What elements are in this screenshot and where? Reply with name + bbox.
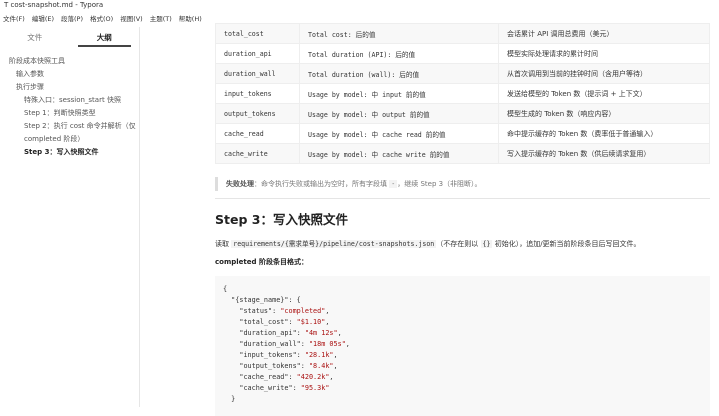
menu-format[interactable]: 格式(O)	[90, 13, 113, 25]
menu-bar: 文件(F) 编辑(E) 段落(P) 格式(O) 视图(V) 主题(T) 帮助(H…	[0, 13, 202, 25]
source-cell: Usage by model: 中 cache write 前的值	[299, 143, 499, 164]
outline-item[interactable]: 阶段成本快照工具	[0, 55, 139, 68]
file-path-code: requirements/{需求单号}/pipeline/cost-snapsh…	[231, 240, 437, 248]
field-name: duration_api	[215, 43, 300, 64]
description-cell: 模型生成的 Token 数（响应内容）	[498, 103, 710, 124]
outline-item[interactable]: Step 1：判断快照类型	[0, 107, 139, 120]
description-cell: 发送给模型的 Token 数（提示词 + 上下文）	[498, 83, 710, 104]
json-value: "420.2k"	[296, 373, 330, 381]
table-row: cache_read Usage by model: 中 cache read 前…	[215, 123, 710, 144]
source-cell: Total cost: 后的值	[299, 23, 499, 44]
description-cell: 模型实际处理请求的累计时间	[498, 43, 710, 64]
note-label: 失败处理	[226, 180, 254, 188]
tab-outline[interactable]: 大纲	[70, 27, 140, 47]
menu-theme[interactable]: 主题(T)	[150, 13, 172, 25]
outline-list: 阶段成本快照工具 输入参数 执行步骤 特殊入口：session_start 快照 Ste…	[0, 47, 139, 159]
sidebar: 文件 大纲 阶段成本快照工具 输入参数 执行步骤 特殊入口：session_start …	[0, 27, 140, 407]
field-name: cache_write	[215, 143, 300, 164]
json-key: "total_cost"	[239, 318, 289, 326]
json-key: "cache_write"	[239, 384, 293, 392]
app-icon: T	[4, 1, 9, 9]
fields-table: total_cost Total cost: 后的值 会话累计 API 调用总费用（…	[215, 23, 710, 164]
field-name: cache_read	[215, 123, 300, 144]
field-name: duration_wall	[215, 63, 300, 84]
json-value: "$1.10"	[296, 318, 326, 326]
outline-item[interactable]: 执行步骤	[0, 81, 139, 94]
menu-edit[interactable]: 编辑(E)	[32, 13, 54, 25]
table-row: duration_wall Total duration (wall): 后的值从…	[215, 63, 710, 84]
menu-help[interactable]: 帮助(H)	[179, 13, 202, 25]
field-name: output_tokens	[215, 103, 300, 124]
json-key: "duration_api"	[239, 329, 297, 337]
json-value: "completed"	[280, 307, 326, 315]
divider	[215, 198, 710, 199]
menu-view[interactable]: 视图(V)	[120, 13, 143, 25]
source-cell: Total duration (API): 后的值	[299, 43, 499, 64]
json-key: "status"	[239, 307, 273, 315]
table-row: output_tokens Usage by model: 中 output 前的…	[215, 103, 710, 124]
description-cell: 会话累计 API 调用总费用（美元）	[498, 23, 710, 44]
json-value: "4m 12s"	[304, 329, 338, 337]
window-title: cost-snapshot.md - Typora	[10, 1, 104, 9]
source-cell: Total duration (wall): 后的值	[299, 63, 499, 84]
document-content: total_cost Total cost: 后的值 会话累计 API 调用总费用（…	[215, 23, 710, 416]
note-text-end: ，继续 Step 3（非阻断）。	[397, 180, 482, 188]
tab-files[interactable]: 文件	[0, 27, 70, 47]
menu-file[interactable]: 文件(F)	[3, 13, 25, 25]
table-row: input_tokens Usage by model: 中 input 前的值发…	[215, 83, 710, 104]
text: 读取	[215, 240, 232, 248]
source-cell: Usage by model: 中 cache read 前的值	[299, 123, 499, 144]
title-bar: T cost-snapshot.md - Typora	[0, 0, 719, 11]
json-value: "28.1k"	[304, 351, 334, 359]
outline-item[interactable]: 特殊入口：session_start 快照	[0, 94, 139, 107]
failure-note: 失败处理：命令执行失败或输出为空时，所有字段填 - ，继续 Step 3（非阻断）…	[215, 177, 710, 191]
table-row: cache_write Usage by model: 中 cache write…	[215, 143, 710, 164]
field-name: input_tokens	[215, 83, 300, 104]
format-label: completed 阶段条目格式：	[215, 258, 308, 266]
paragraph: 读取 requirements/{需求单号}/pipeline/cost-sna…	[215, 238, 710, 249]
json-value: "18m 05s"	[308, 340, 346, 348]
json-key: "output_tokens"	[239, 362, 301, 370]
outline-item[interactable]: Step 2：执行 cost 命令并解析（仅 completed 阶段）	[0, 120, 139, 146]
text: 初始化），追加/更新当前阶段条目后写回文件。	[492, 240, 641, 248]
note-text: ：命令执行失败或输出为空时，所有字段填	[254, 180, 390, 188]
description-cell: 命中提示缓存的 Token 数（费率低于普通输入）	[498, 123, 710, 144]
outline-item[interactable]: 输入参数	[0, 68, 139, 81]
source-cell: Usage by model: 中 input 前的值	[299, 83, 499, 104]
field-name: total_cost	[215, 23, 300, 44]
outline-item[interactable]: Step 3：写入快照文件	[0, 146, 139, 159]
source-cell: Usage by model: 中 output 前的值	[299, 103, 499, 124]
json-value: "95.3k"	[300, 384, 330, 392]
json-value: "8.4k"	[308, 362, 334, 370]
section-heading: Step 3：写入快照文件	[215, 212, 348, 227]
inline-code: {}	[480, 240, 493, 248]
table-row: total_cost Total cost: 后的值 会话累计 API 调用总费用（…	[215, 23, 710, 44]
description-cell: 写入提示缓存的 Token 数（供后续请求复用）	[498, 143, 710, 164]
description-cell: 从首次调用到当前的挂钟时间（含用户等待）	[498, 63, 710, 84]
menu-paragraph[interactable]: 段落(P)	[61, 13, 83, 25]
json-key: "cache_read"	[239, 373, 289, 381]
json-key: "duration_wall"	[239, 340, 301, 348]
text: （不存在则以	[436, 240, 481, 248]
json-code-block[interactable]: { "{stage_name}": { "status": "completed…	[215, 276, 710, 416]
json-key: "input_tokens"	[239, 351, 297, 359]
table-row: duration_api Total duration (API): 后的值 模型实…	[215, 43, 710, 64]
